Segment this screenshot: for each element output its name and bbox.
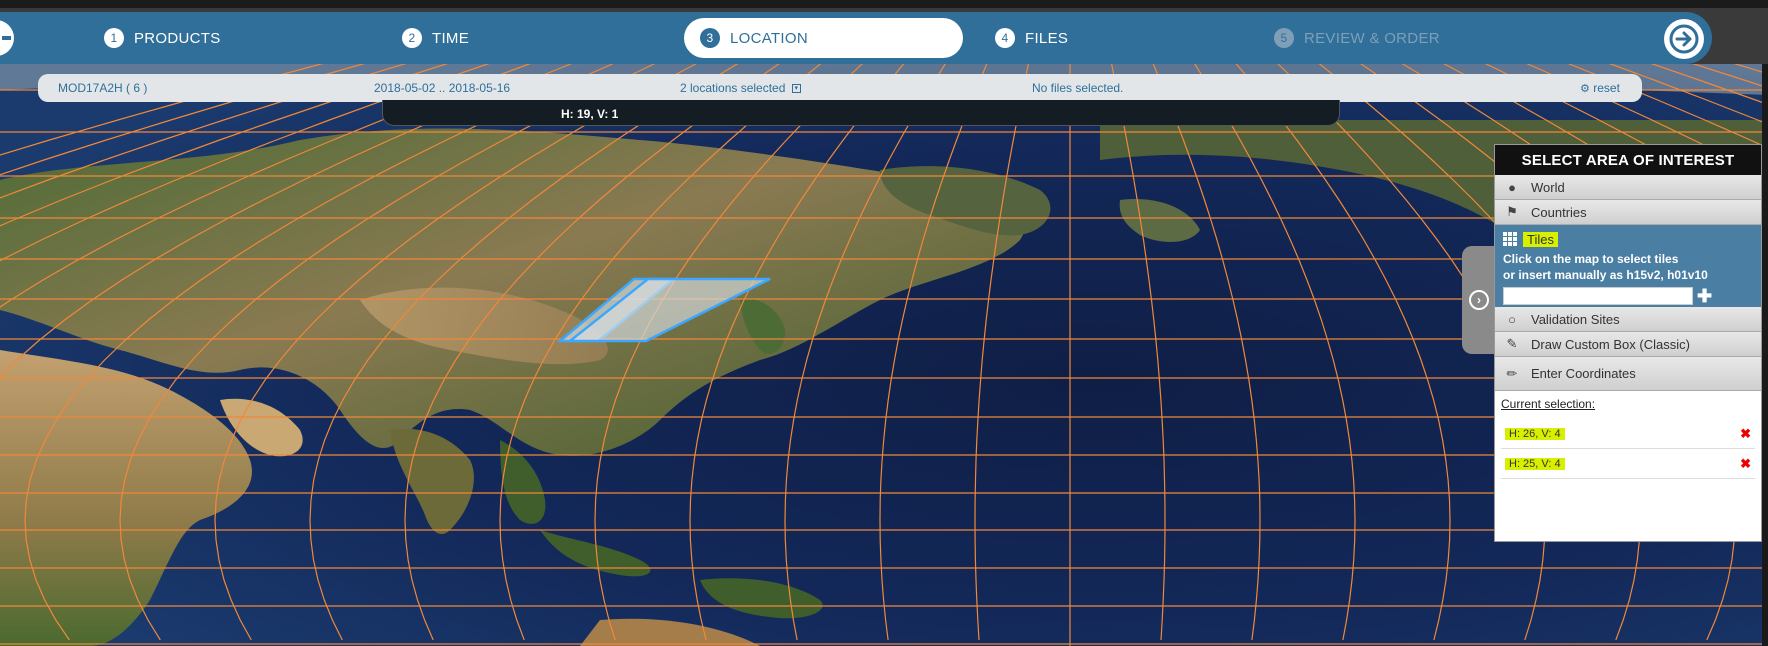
current-selection-title: Current selection: bbox=[1501, 397, 1596, 411]
selection-label: H: 25, V: 4 bbox=[1505, 457, 1565, 470]
panel-collapse-tab[interactable]: › bbox=[1462, 246, 1496, 354]
wizard-bar: 1 PRODUCTS 2 TIME 3 LOCATION 4 FILES 5 R… bbox=[0, 12, 1712, 64]
option-draw-custom-box[interactable]: ✎ Draw Custom Box (Classic) bbox=[1495, 332, 1761, 357]
pencil-icon: ✏ bbox=[1506, 365, 1518, 381]
edit-box-icon: ✎ bbox=[1506, 336, 1518, 351]
current-selection: Current selection: H: 26, V: 4 ✖ H: 25, … bbox=[1495, 391, 1761, 479]
order-summary-bar: MOD17A2H ( 6 ) 2018-05-02 .. 2018-05-16 … bbox=[38, 74, 1642, 102]
app-root: 1 PRODUCTS 2 TIME 3 LOCATION 4 FILES 5 R… bbox=[0, 0, 1768, 646]
step-label: PRODUCTS bbox=[134, 29, 221, 47]
step-files[interactable]: 4 FILES bbox=[995, 24, 1068, 52]
option-label: Tiles bbox=[1523, 231, 1558, 247]
tiles-help-line-2: or insert manually as h15v2, h01v10 bbox=[1503, 268, 1708, 282]
caret-down-icon: ▾ bbox=[791, 84, 801, 94]
step-number: 2 bbox=[402, 28, 422, 48]
option-tiles[interactable]: Tiles Click on the map to select tiles o… bbox=[1495, 225, 1761, 307]
step-number: 3 bbox=[700, 28, 720, 48]
step-products[interactable]: 1 PRODUCTS bbox=[104, 24, 221, 52]
step-review-order: 5 REVIEW & ORDER bbox=[1274, 24, 1440, 52]
option-validation-sites[interactable]: ○ Validation Sites bbox=[1495, 307, 1761, 332]
step-number: 1 bbox=[104, 28, 124, 48]
summary-files: No files selected. bbox=[1032, 81, 1124, 95]
tiles-input[interactable] bbox=[1503, 287, 1693, 305]
chevron-right-icon: › bbox=[1469, 290, 1489, 310]
panel-title: SELECT AREA OF INTEREST bbox=[1495, 145, 1761, 175]
step-location[interactable]: 3 LOCATION bbox=[684, 18, 963, 58]
select-area-panel: SELECT AREA OF INTEREST ● World ⚑ Countr… bbox=[1494, 144, 1762, 542]
step-label: FILES bbox=[1025, 29, 1069, 47]
option-label: Countries bbox=[1531, 204, 1587, 220]
back-button[interactable] bbox=[0, 20, 14, 56]
arrow-right-icon bbox=[1669, 24, 1699, 54]
top-strip bbox=[0, 0, 1768, 8]
step-number: 5 bbox=[1274, 28, 1294, 48]
option-world[interactable]: ● World bbox=[1495, 175, 1761, 200]
remove-icon[interactable]: ✖ bbox=[1740, 426, 1751, 442]
tiles-help-line-1: Click on the map to select tiles bbox=[1503, 252, 1679, 266]
option-enter-coordinates[interactable]: ✏ Enter Coordinates bbox=[1495, 357, 1761, 391]
summary-locations[interactable]: 2 locations selected ▾ bbox=[680, 81, 801, 95]
selection-label: H: 26, V: 4 bbox=[1505, 427, 1565, 440]
step-time[interactable]: 2 TIME bbox=[402, 24, 469, 52]
circle-icon: ○ bbox=[1508, 311, 1516, 327]
step-label: REVIEW & ORDER bbox=[1304, 29, 1440, 47]
globe-icon: ● bbox=[1508, 179, 1516, 195]
reset-label: reset bbox=[1593, 81, 1620, 95]
add-tile-button[interactable]: ✚ bbox=[1697, 287, 1712, 305]
option-label: World bbox=[1531, 179, 1565, 195]
option-countries[interactable]: ⚑ Countries bbox=[1495, 200, 1761, 225]
remove-icon[interactable]: ✖ bbox=[1740, 456, 1751, 472]
hover-tile-label: H: 19, V: 1 bbox=[561, 107, 619, 121]
step-number: 4 bbox=[995, 28, 1015, 48]
summary-product[interactable]: MOD17A2H ( 6 ) bbox=[58, 81, 147, 95]
step-label: TIME bbox=[432, 29, 470, 47]
selection-row: H: 25, V: 4 ✖ bbox=[1501, 449, 1755, 479]
arrow-left-icon bbox=[2, 36, 11, 40]
summary-locations-text: 2 locations selected bbox=[680, 81, 786, 95]
gear-icon: ⚙ bbox=[1580, 83, 1590, 95]
option-label: Enter Coordinates bbox=[1531, 366, 1636, 381]
right-edge-strip bbox=[1762, 60, 1768, 646]
hover-tile-tooltip: H: 19, V: 1 bbox=[382, 100, 1340, 126]
selection-row: H: 26, V: 4 ✖ bbox=[1501, 419, 1755, 449]
option-label: Draw Custom Box (Classic) bbox=[1531, 336, 1690, 352]
flag-icon: ⚑ bbox=[1506, 204, 1518, 219]
summary-dates[interactable]: 2018-05-02 .. 2018-05-16 bbox=[374, 81, 510, 95]
next-button[interactable] bbox=[1664, 19, 1704, 59]
option-label: Validation Sites bbox=[1531, 311, 1620, 327]
step-label: LOCATION bbox=[730, 29, 808, 47]
reset-button[interactable]: ⚙ reset bbox=[1580, 81, 1620, 95]
grid-icon bbox=[1503, 232, 1517, 246]
